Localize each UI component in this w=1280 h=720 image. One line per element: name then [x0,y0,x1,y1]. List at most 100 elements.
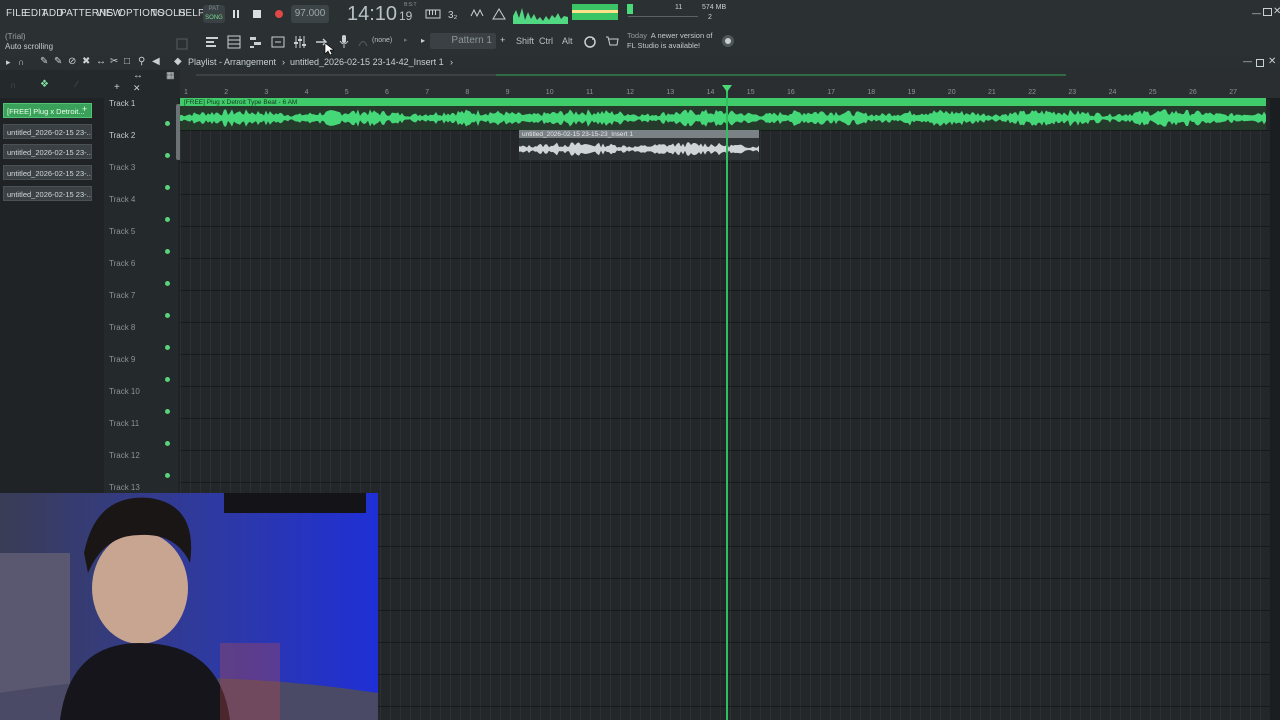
output-none-label[interactable]: (none) [372,37,392,44]
master-pitch-track[interactable] [628,16,698,17]
metronome-icon[interactable] [491,6,507,22]
mixer-icon[interactable] [292,34,308,50]
time-format-label: B:S:T [404,2,417,8]
track-mute-indicator[interactable] [165,217,170,222]
record-button[interactable] [271,6,287,22]
update-notice[interactable]: Today A newer version of FL Studio is av… [627,31,712,51]
track-mute-indicator[interactable] [165,409,170,414]
track-label[interactable]: Track 6 [109,259,135,268]
slip-icon[interactable]: ↔ [96,56,106,67]
snap-icon[interactable] [174,36,190,52]
track-label[interactable]: Track 8 [109,323,135,332]
loop-icon[interactable] [469,6,485,22]
ruler-bar-number: 13 [666,89,675,96]
close-icon[interactable]: ✕ [1273,6,1280,17]
pattern-item[interactable]: untitled_2026-02-15 23-... [3,144,92,159]
playlist-icon[interactable] [204,34,220,50]
piano-roll-icon[interactable] [248,34,264,50]
channel-rack-icon[interactable] [226,34,242,50]
pause-button[interactable] [228,6,244,22]
playhead[interactable] [726,86,728,720]
menu-help[interactable]: HELP [178,8,205,19]
pattern-item[interactable]: untitled_2026-02-15 23-... [3,186,92,201]
playhead-marker-icon[interactable] [722,85,732,92]
tempo-display[interactable]: 97.000 [291,5,329,23]
ruler-bar-number: 1 [184,89,188,96]
track-label[interactable]: Track 12 [109,451,140,460]
ruler-bar-number: 18 [867,89,876,96]
track-label[interactable]: Track 9 [109,355,135,364]
zoom-fit-icon[interactable]: ↔ [133,70,143,81]
track-mute-indicator[interactable] [165,473,170,478]
minimize-icon[interactable]: — [1252,8,1261,18]
track-mute-indicator[interactable] [165,249,170,254]
playback-icon[interactable]: ◀ [152,56,160,67]
pattern-selector[interactable]: Pattern 1 [430,33,496,49]
paint-icon[interactable]: ✎ [54,56,62,67]
playlist-maximize-icon[interactable] [1256,59,1264,67]
add-pattern-icon[interactable]: + [500,35,505,45]
track-label[interactable]: Track 13 [109,483,140,492]
track-label[interactable]: Track 5 [109,227,135,236]
track-mute-indicator[interactable] [165,377,170,382]
pattern-item[interactable]: untitled_2026-02-15 23-... [3,165,92,180]
picker-toggle-icon[interactable]: ∩ [10,80,16,90]
playlist-menu-arrow-icon[interactable]: ▸ [6,57,11,68]
step-icon[interactable]: 3₂ [447,6,463,22]
breadcrumb-end-icon: › [450,57,453,67]
alt-key[interactable]: Alt [562,36,573,46]
microphone-icon[interactable] [336,33,352,49]
track-label[interactable]: Track 4 [109,195,135,204]
master-pitch-handle[interactable] [627,4,633,14]
ctrl-key[interactable]: Ctrl [539,36,553,46]
keyboard-icon[interactable] [425,6,441,22]
stop-button[interactable] [249,6,265,22]
playlist-close-icon[interactable]: ✕ [1268,56,1276,67]
magnet-icon[interactable]: ∩ [18,57,24,67]
playlist-nav-icon[interactable]: ◆ [174,56,182,67]
pattern-add-icon[interactable]: + [82,104,87,114]
ruler-scroll-range[interactable] [496,74,1066,76]
pattern-item[interactable]: untitled_2026-02-15 23-... [3,124,92,139]
track-label[interactable]: Track 3 [109,163,135,172]
slice-icon[interactable]: ✂ [110,56,118,67]
waveform-recorded [519,142,759,156]
track-label[interactable]: Track 2 [109,131,135,140]
track-label[interactable]: Track 7 [109,291,135,300]
track-label[interactable]: Track 10 [109,387,140,396]
browser-icon[interactable] [270,34,286,50]
track-mute-indicator[interactable] [165,185,170,190]
mute-icon[interactable]: ✖ [82,56,90,67]
playlist-minimize-icon[interactable]: — [1243,56,1252,66]
track-label[interactable]: Track 11 [109,419,139,428]
track-mute-indicator[interactable] [165,313,170,318]
pencil-icon[interactable]: ✎ [40,56,48,67]
zoom-icon[interactable]: ⚲ [138,56,145,67]
audio-clip-main[interactable] [180,98,1266,130]
project-name[interactable]: untitled_2026-02-15 23-14-42_Insert 1 [290,57,444,67]
select-icon[interactable]: □ [124,56,130,67]
ruler-scrollbar[interactable] [196,74,496,76]
add-track-icon[interactable]: + [114,82,120,93]
delete-icon[interactable]: ⊘ [68,56,76,67]
pattern-item-active[interactable]: [FREE] Plug x Detroit... [3,103,92,118]
track-label[interactable]: Track 1 [109,99,135,108]
ruler-bar-number: 9 [505,89,510,96]
track-mute-indicator[interactable] [165,121,170,126]
cart-icon[interactable] [604,34,620,50]
ruler-bar-number: 21 [988,89,996,96]
output-arrow-icon[interactable]: ▸ [404,36,408,44]
shift-key[interactable]: Shift [516,36,534,46]
grid-mode-icon[interactable]: ▦ [166,70,175,81]
track-mute-indicator[interactable] [165,441,170,446]
track-mute-indicator[interactable] [165,345,170,350]
fl-logo-icon[interactable] [720,33,736,49]
pat-song-toggle[interactable]: PAT SONG [203,5,225,23]
track-mute-indicator[interactable] [165,281,170,286]
track-mute-indicator[interactable] [165,153,170,158]
picker-move-icon[interactable]: ❖ [40,79,49,90]
maximize-icon[interactable] [1263,8,1272,16]
refresh-icon[interactable] [582,34,598,50]
remove-track-icon[interactable]: ✕ [133,83,141,94]
pattern-prev-icon[interactable]: ▸ [421,36,425,45]
